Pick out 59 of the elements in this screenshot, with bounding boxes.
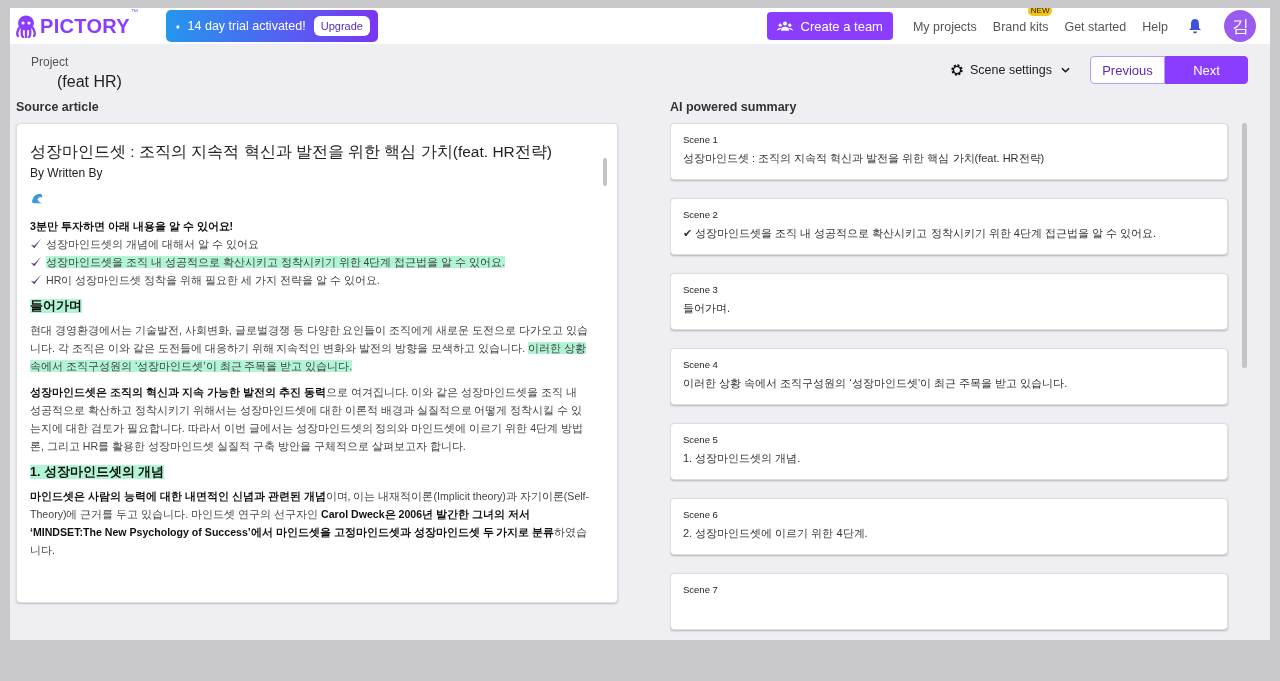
section-heading: Source article xyxy=(16,100,100,114)
scene-label: Scene 3 xyxy=(683,284,719,295)
scrollbar-thumb[interactable] xyxy=(603,158,607,186)
scene-text: 성장마인드셋 : 조직의 지속적 혁신과 발전을 위한 핵심 가치(feat. HR전략) xyxy=(683,151,1046,166)
checkmark-icon xyxy=(30,256,42,268)
checkmark-icon xyxy=(30,238,42,250)
new-badge: NEW xyxy=(1027,8,1053,16)
scene-settings-button[interactable]: Scene settings xyxy=(944,62,1076,78)
scene-text: 2. 성장마인드셋에 이르기 위한 4단계. xyxy=(683,526,869,541)
wave-emoji-icon xyxy=(31,192,44,205)
project-name[interactable]: (feat HR) xyxy=(57,73,122,91)
scene-card[interactable]: Scene 2 ✔ 성장마인드셋을 조직 내 성공적으로 확산시키고 정착시키기 위한 4단계 접근법을 알 수 있어요. xyxy=(670,198,1228,255)
create-team-button[interactable]: Create a team xyxy=(766,12,893,40)
scene-card[interactable]: Scene 6 2. 성장마인드셋에 이르기 위한 4단계. xyxy=(670,498,1228,555)
octopus-icon xyxy=(14,14,38,38)
notification-bell-icon[interactable] xyxy=(1188,18,1202,34)
chevron-down-icon xyxy=(1061,67,1070,73)
scene-card[interactable]: Scene 7 xyxy=(670,573,1228,630)
scrollbar-thumb[interactable] xyxy=(1242,123,1247,368)
scene-label: Scene 1 xyxy=(683,134,719,145)
next-button[interactable]: Next xyxy=(1165,56,1248,84)
article-paragraph: 성장마인드셋은 조직의 혁신과 지속 가능한 발전의 추진 동력으로 여겨집니다. 이와 같은 성장마인드셋을 조직 내 성공적으로 확산하고 정착시키기 위해서는 성장마인드셋에 대한 이론적 배경과 실질적으로 어떻게 정착시킬 수 있는지에 대한 검토가 필요합니다. 따라서 이번 글에서는 성장마인드셋의 정의와 마인드셋에 이르기 위한 4단계 방법론, 그리고 HR를 활용한 성장마인드셋 실질적 구축 방안을 구체적으로 살펴보고자 합니다. xyxy=(30,385,585,454)
previous-button[interactable]: Previous xyxy=(1090,56,1165,84)
scene-card[interactable]: Scene 4 이러한 상황 속에서 조직구성원의 ‘성장마인드셋’이 최근 주목을 받고 있습니다. xyxy=(670,348,1228,405)
checkmark-icon xyxy=(30,274,42,286)
scene-label: Scene 6 xyxy=(683,509,719,520)
nav-link[interactable]: Help xyxy=(1142,20,1168,34)
scene-label: Scene 5 xyxy=(683,434,719,445)
nav-link[interactable]: Brand kits xyxy=(992,20,1049,34)
article-heading: 들어가며 xyxy=(30,298,83,315)
nav-link[interactable]: Get started xyxy=(1064,20,1127,34)
article-paragraph: 마인드셋은 사람의 능력에 대한 내면적인 신념과 관련된 개념이며, 이는 내재적이론(Implicit theory)과 자기이론(Self-Theory)에 근거를 두고 있습니다. 마인드셋 연구의 선구자인 Carol Dweck은 2006년 발간한 그녀의 저서 ‘MINDSET:The New Psychology of Success’에서 마인드셋을 고정마인드셋과 성장마인드셋 두 가지로 분류하였습니다. xyxy=(30,489,591,558)
trial-text: 14 day trial activated! xyxy=(187,19,306,33)
avatar[interactable]: 김 xyxy=(1224,10,1256,42)
project-label: Project xyxy=(31,55,70,69)
scene-card[interactable]: Scene 5 1. 성장마인드셋의 개념. xyxy=(670,423,1228,480)
upgrade-button[interactable]: Upgrade xyxy=(313,16,370,36)
checklist-item: HR이 성장마인드셋 정착을 위해 필요한 세 가지 전략을 알 수 있어요. xyxy=(46,273,380,288)
scene-card[interactable]: Scene 3 들어가며. xyxy=(670,273,1228,330)
settings-icon xyxy=(950,63,964,77)
scene-card[interactable]: Scene 1 성장마인드셋 : 조직의 지속적 혁신과 발전을 위한 핵심 가치(feat. HR전략) xyxy=(670,123,1228,180)
people-icon xyxy=(776,21,793,31)
nav-link[interactable]: My projects xyxy=(912,20,977,34)
scene-label: Scene 7 xyxy=(683,584,719,595)
article-paragraph: 현대 경영환경에서는 기술발전, 사회변화, 글로벌경쟁 등 다양한 요인들이 조직에게 새로운 도전으로 다가오고 있습니다. 각 조직은 이와 같은 도전들에 대응하기 위해 지속적인 변화와 발전의 방향을 모색하고 있습니다. 이러한 상황 속에서 조직구성원의 ‘성장마인드셋’이 최근 주목을 받고 있습니다. xyxy=(30,323,590,374)
article-heading: 1. 성장마인드셋의 개념 xyxy=(30,464,166,481)
scene-text: 들어가며. xyxy=(683,301,732,316)
scene-text: ✔ 성장마인드셋을 조직 내 성공적으로 확산시키고 정착시키기 위한 4단계 접근법을 알 수 있어요. xyxy=(683,226,1158,241)
scene-label: Scene 2 xyxy=(683,209,719,220)
scene-label: Scene 4 xyxy=(683,359,719,370)
scene-text: 이러한 상황 속에서 조직구성원의 ‘성장마인드셋’이 최근 주목을 받고 있습니다. xyxy=(683,376,1069,391)
section-heading: AI powered summary xyxy=(670,100,798,114)
scene-text: 1. 성장마인드셋의 개념. xyxy=(683,451,802,466)
article-paragraph: 3분만 투자하면 아래 내용을 알 수 있어요! xyxy=(30,219,235,234)
checklist-item: 성장마인드셋의 개념에 대해서 알 수 있어요 xyxy=(46,237,259,252)
checklist-item: 성장마인드셋을 조직 내 성공적으로 확산시키고 정착시키기 위한 4단계 접근법을 알 수 있어요. xyxy=(46,255,506,270)
article-title: 성장마인드셋 : 조직의 지속적 혁신과 발전을 위한 핵심 가치(feat. HR전략) xyxy=(30,142,553,162)
article-byline: By Written By xyxy=(30,165,104,182)
logo-text: PICTORY xyxy=(40,14,130,38)
